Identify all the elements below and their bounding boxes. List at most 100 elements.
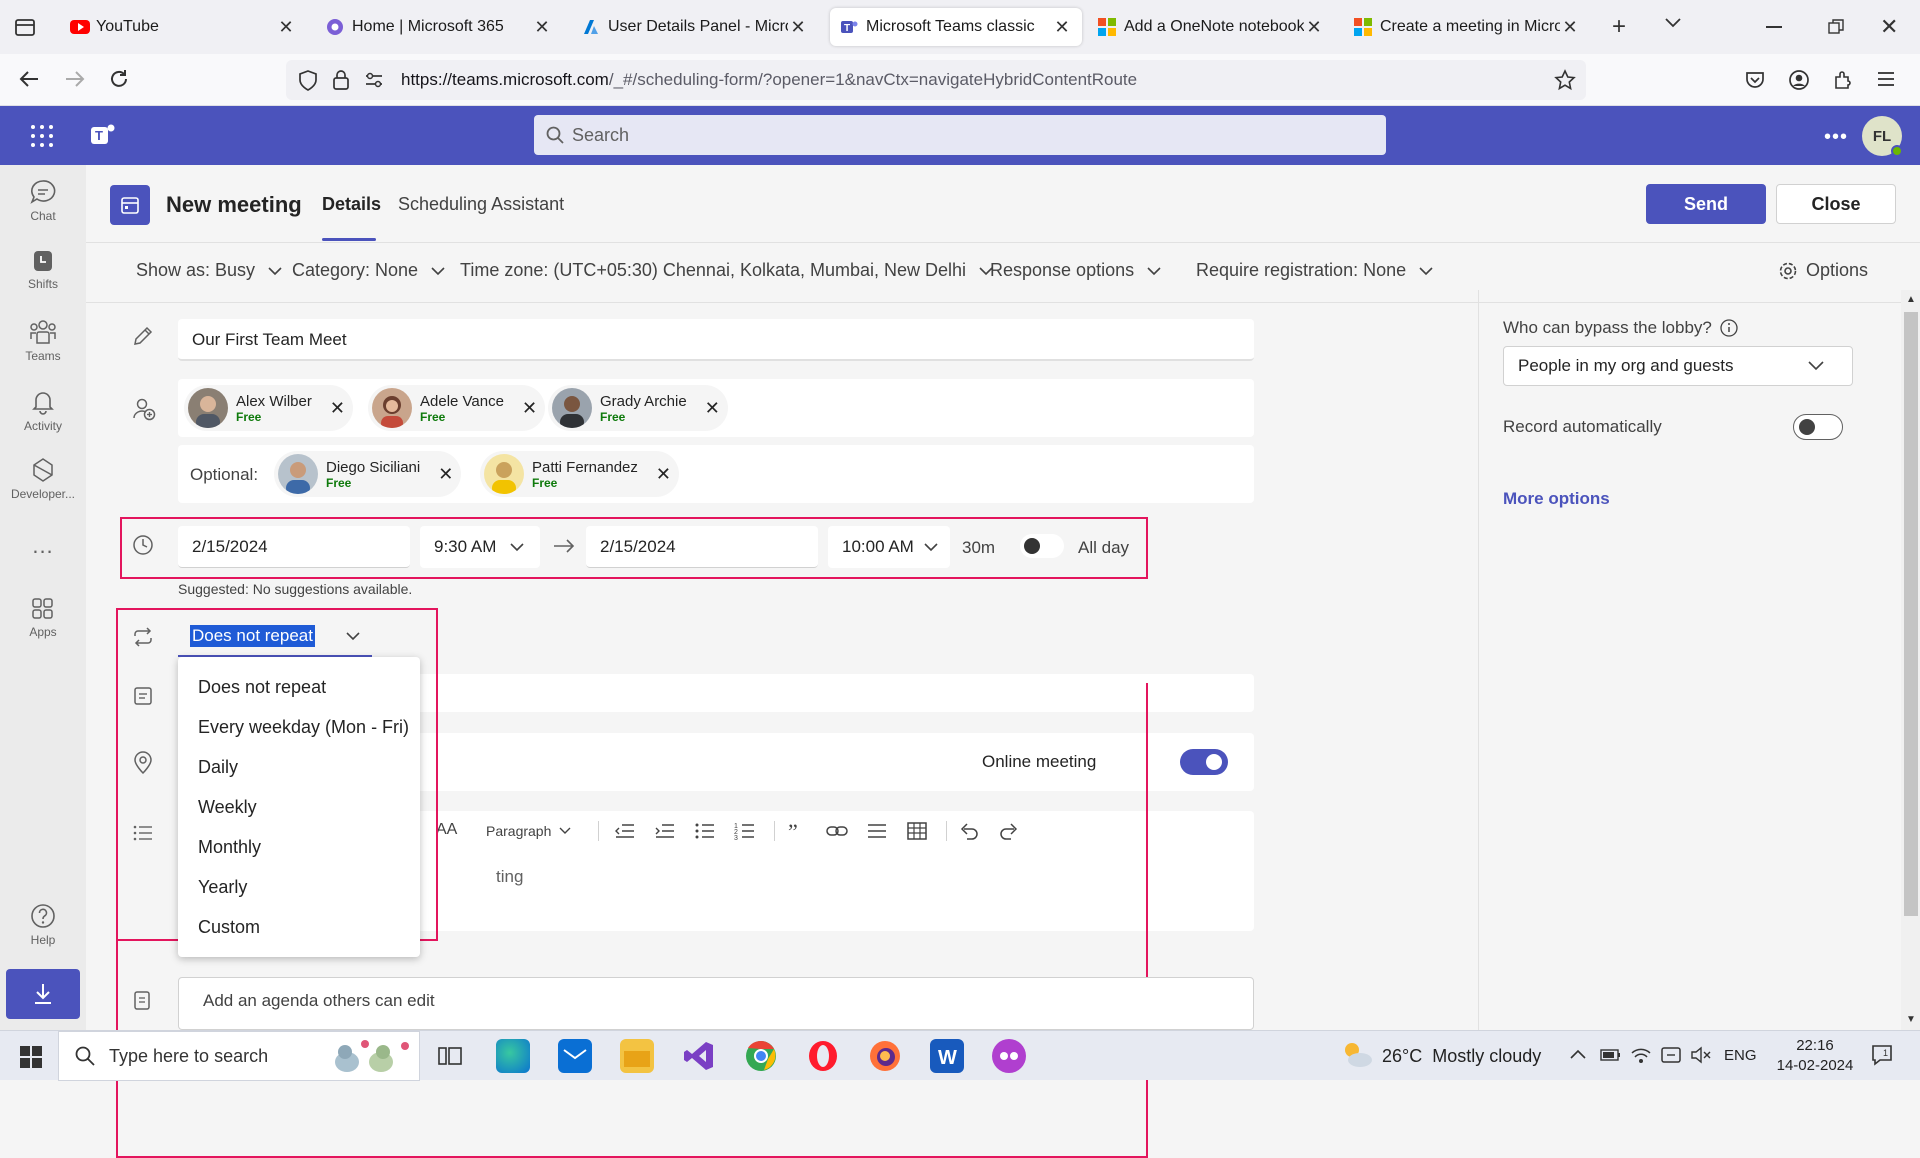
lock-icon[interactable] bbox=[332, 69, 350, 91]
chrome-icon[interactable] bbox=[744, 1039, 778, 1073]
language-indicator[interactable]: ENG bbox=[1724, 1047, 1757, 1064]
new-tab-button[interactable]: + bbox=[1612, 13, 1626, 41]
close-icon[interactable]: ✕ bbox=[788, 17, 808, 38]
firefox-icon[interactable] bbox=[868, 1039, 902, 1073]
repeat-option[interactable]: Daily bbox=[198, 757, 238, 778]
extensions-icon[interactable] bbox=[1832, 69, 1854, 91]
close-icon[interactable]: ✕ bbox=[276, 17, 296, 38]
rail-item-chat[interactable]: Chat bbox=[0, 179, 86, 223]
tab-list-icon[interactable] bbox=[14, 16, 36, 38]
search-input[interactable]: Search bbox=[534, 115, 1386, 155]
word-icon[interactable]: W bbox=[930, 1039, 964, 1073]
attendee-chip[interactable]: Alex Wilber Free ✕ bbox=[184, 385, 353, 431]
shield-icon[interactable] bbox=[298, 70, 318, 92]
visual-studio-icon[interactable] bbox=[682, 1039, 716, 1073]
browser-tab-azure[interactable]: User Details Panel - Microso ✕ bbox=[572, 8, 818, 46]
tab-details[interactable]: Details bbox=[322, 194, 381, 215]
avatar[interactable]: FL bbox=[1862, 116, 1903, 157]
menu-icon[interactable] bbox=[1876, 70, 1896, 88]
rail-item-developer[interactable]: Developer... bbox=[0, 457, 86, 501]
task-view-icon[interactable] bbox=[438, 1045, 462, 1067]
notification-icon[interactable]: 1 bbox=[1870, 1043, 1894, 1067]
record-toggle[interactable] bbox=[1793, 414, 1843, 440]
rail-item-apps[interactable]: Apps bbox=[0, 597, 86, 639]
clock[interactable]: 22:16 14-02-2024 bbox=[1770, 1036, 1860, 1076]
tab-scheduling-assistant[interactable]: Scheduling Assistant bbox=[398, 194, 564, 215]
account-icon[interactable] bbox=[1788, 69, 1810, 91]
remove-attendee-icon[interactable]: ✕ bbox=[656, 464, 671, 485]
back-icon[interactable] bbox=[18, 68, 40, 90]
browser-tab-youtube[interactable]: YouTube ✕ bbox=[60, 8, 306, 46]
pocket-icon[interactable] bbox=[1744, 69, 1766, 91]
show-as-dropdown[interactable]: Show as: Busy bbox=[136, 260, 283, 281]
category-dropdown[interactable]: Category: None bbox=[292, 260, 446, 281]
permissions-icon[interactable] bbox=[364, 71, 384, 89]
repeat-option[interactable]: Yearly bbox=[198, 877, 247, 898]
browser-tab-m365[interactable]: Home | Microsoft 365 ✕ bbox=[316, 8, 562, 46]
scrollbar-thumb[interactable] bbox=[1904, 312, 1918, 916]
attendee-chip[interactable]: Grady Archie Free ✕ bbox=[548, 385, 728, 431]
network-icon[interactable] bbox=[1630, 1045, 1652, 1065]
response-options-dropdown[interactable]: Response options bbox=[990, 260, 1162, 281]
reload-icon[interactable] bbox=[108, 68, 130, 90]
bookmark-star-icon[interactable] bbox=[1554, 69, 1576, 91]
repeat-option[interactable]: Weekly bbox=[198, 797, 257, 818]
mail-icon[interactable] bbox=[558, 1039, 592, 1073]
taskbar-search[interactable]: Type here to search bbox=[58, 1031, 420, 1081]
download-app-button[interactable] bbox=[6, 969, 80, 1019]
windows-start-icon[interactable] bbox=[20, 1046, 42, 1068]
close-icon[interactable]: ✕ bbox=[1560, 17, 1580, 38]
rail-item-activity[interactable]: Activity bbox=[0, 389, 86, 433]
time-zone-dropdown[interactable]: Time zone: (UTC+05:30) Chennai, Kolkata,… bbox=[460, 260, 994, 281]
edge-icon[interactable] bbox=[496, 1039, 530, 1073]
minimize-icon[interactable] bbox=[1766, 26, 1782, 28]
scroll-up-icon[interactable]: ▲ bbox=[1906, 294, 1916, 305]
restore-icon[interactable] bbox=[1828, 19, 1844, 35]
repeat-option[interactable]: Monthly bbox=[198, 837, 261, 858]
weather-text[interactable]: 26°C Mostly cloudy bbox=[1382, 1046, 1541, 1067]
info-icon[interactable] bbox=[1720, 319, 1738, 337]
rail-item-teams[interactable]: Teams bbox=[0, 319, 86, 363]
more-options-icon[interactable]: ••• bbox=[1824, 126, 1848, 149]
required-attendees-field[interactable]: Alex Wilber Free ✕ Adele Vance Free ✕ Grad… bbox=[178, 379, 1254, 437]
volume-muted-icon[interactable] bbox=[1690, 1045, 1712, 1065]
scrollbar[interactable]: ▲ ▼ bbox=[1901, 290, 1920, 1030]
title-input[interactable]: Our First Team Meet bbox=[178, 319, 1254, 361]
meet-now-icon[interactable] bbox=[1660, 1045, 1682, 1065]
close-icon[interactable]: ✕ bbox=[532, 17, 552, 38]
remove-attendee-icon[interactable]: ✕ bbox=[330, 398, 345, 419]
remove-attendee-icon[interactable]: ✕ bbox=[705, 398, 720, 419]
agenda-input[interactable]: Add an agenda others can edit bbox=[178, 977, 1254, 1030]
browser-tab-onenote[interactable]: Add a OneNote notebook in ✕ bbox=[1088, 8, 1334, 46]
scroll-down-icon[interactable]: ▼ bbox=[1906, 1014, 1916, 1025]
tab-overflow-chevron-icon[interactable] bbox=[1664, 16, 1682, 30]
close-button[interactable]: Close bbox=[1776, 184, 1896, 224]
battery-icon[interactable] bbox=[1600, 1047, 1622, 1063]
remove-attendee-icon[interactable]: ✕ bbox=[438, 464, 453, 485]
rail-item-help[interactable]: Help bbox=[0, 903, 86, 947]
online-meeting-toggle[interactable] bbox=[1180, 749, 1228, 775]
remove-attendee-icon[interactable]: ✕ bbox=[522, 398, 537, 419]
forward-icon[interactable] bbox=[64, 68, 86, 90]
attendee-chip[interactable]: Diego Siciliani Free ✕ bbox=[274, 451, 462, 497]
window-close-icon[interactable]: ✕ bbox=[1880, 14, 1898, 40]
attendee-chip[interactable]: Adele Vance Free ✕ bbox=[368, 385, 546, 431]
repeat-option[interactable]: Does not repeat bbox=[198, 677, 326, 698]
more-options-link[interactable]: More options bbox=[1503, 489, 1610, 509]
attendee-chip[interactable]: Patti Fernandez Free ✕ bbox=[480, 451, 679, 497]
send-button[interactable]: Send bbox=[1646, 184, 1766, 224]
rail-more-button[interactable]: ... bbox=[0, 533, 86, 559]
options-button[interactable]: Options bbox=[1778, 260, 1868, 281]
address-bar[interactable]: https://teams.microsoft.com/_#/schedulin… bbox=[286, 60, 1586, 100]
optional-attendees-field[interactable]: Optional: Diego Siciliani Free ✕ Patti Fe… bbox=[178, 445, 1254, 503]
browser-tab-teams[interactable]: T Microsoft Teams classic ✕ bbox=[830, 8, 1082, 46]
vpn-app-icon[interactable] bbox=[992, 1039, 1026, 1073]
require-registration-dropdown[interactable]: Require registration: None bbox=[1196, 260, 1434, 281]
close-icon[interactable]: ✕ bbox=[1304, 17, 1324, 38]
app-launcher-icon[interactable] bbox=[30, 124, 54, 148]
chevron-up-icon[interactable] bbox=[1570, 1049, 1586, 1059]
file-explorer-icon[interactable] bbox=[620, 1039, 654, 1073]
opera-icon[interactable] bbox=[806, 1039, 840, 1073]
close-icon[interactable]: ✕ bbox=[1052, 17, 1072, 38]
lobby-dropdown[interactable]: People in my org and guests bbox=[1503, 346, 1853, 386]
